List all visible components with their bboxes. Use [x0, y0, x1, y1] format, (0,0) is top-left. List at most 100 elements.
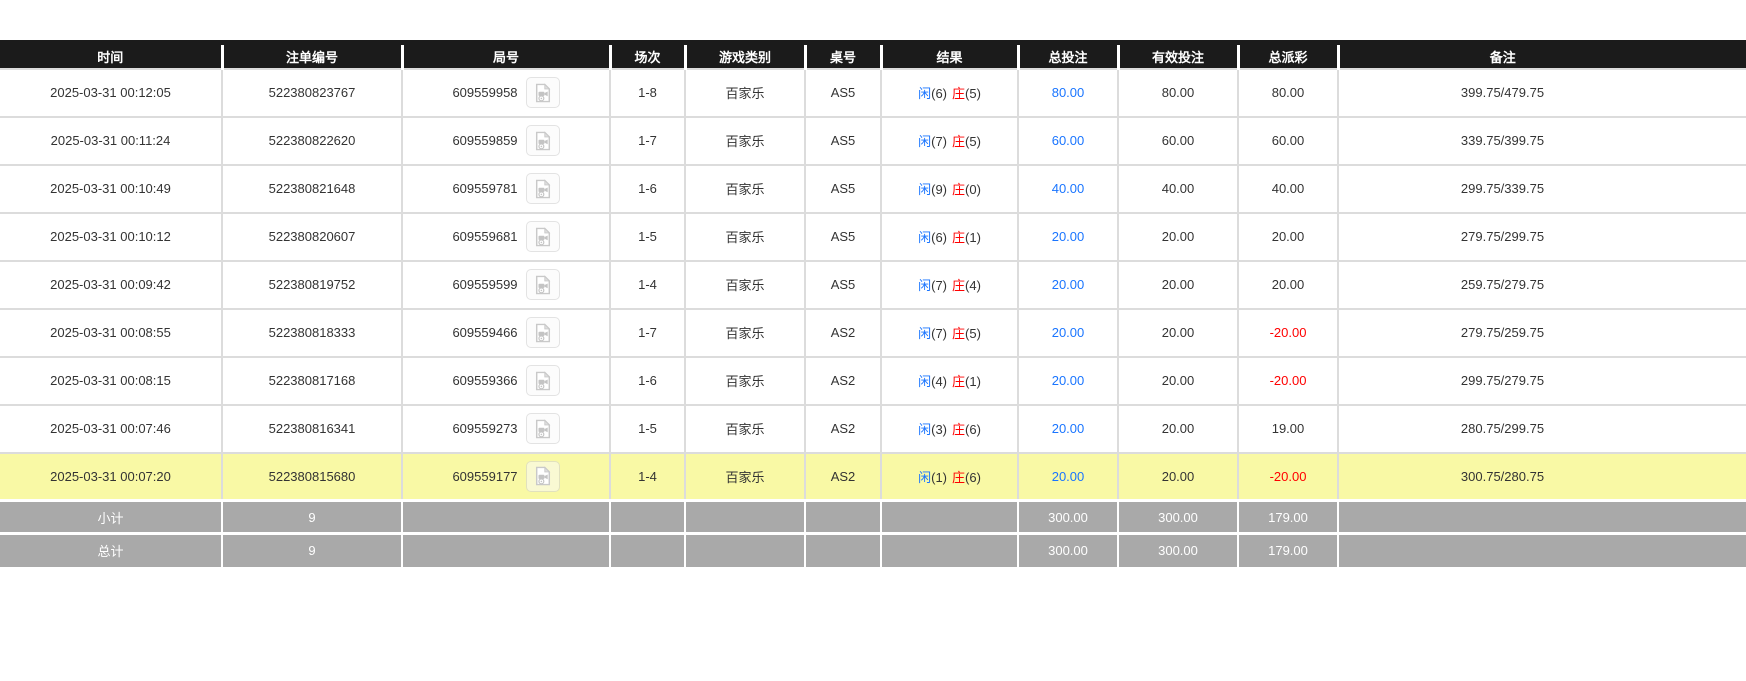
- result-player-score: (7): [931, 134, 947, 149]
- round-cell: 609559273: [401, 403, 611, 454]
- total-total-bet: 300.00: [1017, 532, 1119, 567]
- video-replay-button[interactable]: [525, 460, 560, 492]
- game-type-cell: 百家乐: [684, 211, 806, 262]
- session-cell: 1-5: [609, 211, 686, 262]
- time-cell: 2025-03-31 00:08:15: [0, 355, 223, 406]
- result-player-score: (3): [931, 422, 947, 437]
- bet-id-cell: 522380816341: [221, 403, 403, 454]
- video-replay-button[interactable]: [525, 317, 560, 348]
- table-row[interactable]: 2025-03-31 00:12:05 522380823767 6095599…: [0, 67, 1746, 118]
- result-banker-score: (1): [965, 374, 981, 389]
- total-bet-cell: 20.00: [1017, 403, 1119, 454]
- round-number: 609559177: [452, 468, 518, 484]
- total-payout-cell: 60.00: [1237, 115, 1339, 166]
- remark-cell: 300.75/280.75: [1337, 451, 1746, 502]
- game-type-cell: 百家乐: [684, 403, 806, 454]
- table-row[interactable]: 2025-03-31 00:08:15 522380817168 6095593…: [0, 355, 1746, 406]
- valid-bet-cell: 60.00: [1117, 115, 1239, 166]
- result-banker-label: 庄: [952, 134, 966, 149]
- result-banker-label: 庄: [952, 182, 966, 197]
- total-payout-cell: 80.00: [1237, 67, 1339, 118]
- round-cell: 609559599: [401, 259, 611, 310]
- result-banker-score: (5): [965, 86, 981, 101]
- table-no-cell: AS5: [804, 211, 882, 262]
- time-cell: 2025-03-31 00:09:42: [0, 259, 223, 310]
- table-row[interactable]: 2025-03-31 00:07:46 522380816341 6095592…: [0, 403, 1746, 454]
- video-replay-button[interactable]: [525, 269, 560, 300]
- video-replay-button[interactable]: [525, 125, 560, 156]
- video-file-icon: [535, 322, 550, 342]
- video-replay-button[interactable]: [525, 365, 560, 396]
- bet-id-cell: 522380822620: [221, 115, 403, 166]
- total-payout-cell: 20.00: [1237, 259, 1339, 310]
- session-cell: 1-7: [609, 115, 686, 166]
- column-header-round: 局号: [400, 42, 610, 69]
- subtotal-row: 小计 9 300.00 300.00 179.00: [0, 499, 1746, 535]
- table-no-cell: AS5: [804, 163, 882, 214]
- footer-empty-cell: [804, 499, 882, 535]
- game-type-cell: 百家乐: [684, 307, 806, 358]
- result-cell: 闲(3) 庄(6): [880, 403, 1019, 454]
- remark-cell: 399.75/479.75: [1337, 67, 1746, 118]
- column-header-total-bet: 总投注: [1016, 42, 1118, 69]
- subtotal-valid-bet: 300.00: [1117, 499, 1239, 535]
- session-cell: 1-4: [609, 259, 686, 310]
- video-replay-button[interactable]: [525, 173, 560, 204]
- session-cell: 1-6: [609, 163, 686, 214]
- table-row[interactable]: 2025-03-31 00:10:12 522380820607 6095596…: [0, 211, 1746, 262]
- time-cell: 2025-03-31 00:07:46: [0, 403, 223, 454]
- result-player-score: (9): [931, 182, 947, 197]
- video-file-icon: [535, 178, 550, 198]
- remark-cell: 279.75/259.75: [1337, 307, 1746, 358]
- table-body: 2025-03-31 00:12:05 522380823767 6095599…: [0, 67, 1746, 502]
- result-player-label: 闲: [918, 469, 932, 485]
- video-replay-button[interactable]: [525, 221, 560, 252]
- round-cell: 609559177: [401, 451, 611, 502]
- total-bet-cell: 20.00: [1017, 211, 1119, 262]
- bet-id-cell: 522380819752: [221, 259, 403, 310]
- total-payout-cell: 20.00: [1237, 211, 1339, 262]
- total-valid-bet: 300.00: [1117, 532, 1239, 567]
- total-bet-cell: 20.00: [1017, 451, 1119, 502]
- result-banker-score: (5): [965, 326, 981, 341]
- table-row[interactable]: 2025-03-31 00:09:42 522380819752 6095595…: [0, 259, 1746, 310]
- footer-empty-cell: [880, 532, 1019, 567]
- total-bet-cell: 20.00: [1017, 259, 1119, 310]
- table-no-cell: AS5: [804, 115, 882, 166]
- footer-empty-cell: [609, 499, 686, 535]
- result-cell: 闲(7) 庄(5): [880, 307, 1019, 358]
- subtotal-total-payout: 179.00: [1237, 499, 1339, 535]
- total-payout-cell: 40.00: [1237, 163, 1339, 214]
- remark-cell: 280.75/299.75: [1337, 403, 1746, 454]
- time-cell: 2025-03-31 00:10:49: [0, 163, 223, 214]
- bet-id-cell: 522380818333: [221, 307, 403, 358]
- subtotal-label: 小计: [0, 499, 223, 535]
- column-header-valid-bet: 有效投注: [1116, 42, 1238, 69]
- table-header: 时间 注单编号 局号 场次 游戏类别 桌号 结果 总投注 有效投注 总派彩 备注: [0, 42, 1746, 69]
- column-header-remark: 备注: [1336, 42, 1746, 69]
- result-banker-score: (1): [965, 230, 981, 245]
- round-number: 609559859: [452, 133, 518, 148]
- table-row[interactable]: 2025-03-31 00:11:24 522380822620 6095598…: [0, 115, 1746, 166]
- column-header-time: 时间: [0, 42, 222, 69]
- column-header-result: 结果: [879, 42, 1018, 69]
- video-file-icon: [535, 466, 550, 486]
- footer-empty-cell: [804, 532, 882, 567]
- footer-empty-cell: [1337, 532, 1746, 567]
- valid-bet-cell: 20.00: [1117, 451, 1239, 502]
- footer-empty-cell: [1337, 499, 1746, 535]
- result-cell: 闲(1) 庄(6): [880, 451, 1019, 502]
- table-row[interactable]: 2025-03-31 00:08:55 522380818333 6095594…: [0, 307, 1746, 358]
- header-row: 时间 注单编号 局号 场次 游戏类别 桌号 结果 总投注 有效投注 总派彩 备注: [0, 42, 1746, 69]
- result-banker-score: (6): [965, 422, 981, 437]
- total-label: 总计: [0, 532, 223, 567]
- table-row[interactable]: 2025-03-31 00:10:49 522380821648 6095597…: [0, 163, 1746, 214]
- video-replay-button[interactable]: [525, 413, 560, 444]
- remark-cell: 339.75/399.75: [1337, 115, 1746, 166]
- total-payout-cell: -20.00: [1237, 355, 1339, 406]
- valid-bet-cell: 80.00: [1117, 67, 1239, 118]
- video-file-icon: [535, 226, 550, 246]
- video-replay-button[interactable]: [525, 77, 560, 108]
- table-row[interactable]: 2025-03-31 00:07:20 522380815680 6095591…: [0, 451, 1746, 502]
- total-bet-cell: 80.00: [1017, 67, 1119, 118]
